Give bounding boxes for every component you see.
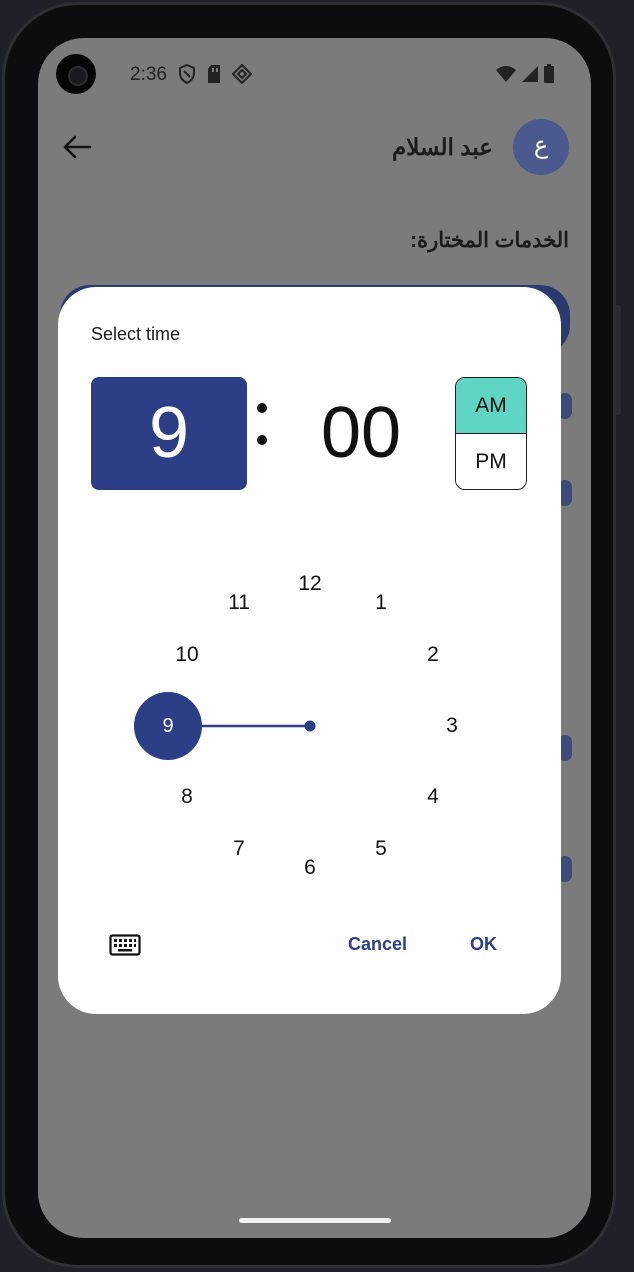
clock-number-12[interactable]: 12 [290, 571, 330, 597]
period-selector: AM PM [455, 377, 527, 490]
home-indicator[interactable] [239, 1218, 391, 1223]
keyboard-icon[interactable] [109, 934, 141, 956]
clock-center-dot [304, 720, 316, 732]
selected-services-label: الخدمات المختارة: [410, 229, 569, 252]
status-right-icons [495, 64, 555, 84]
side-button [616, 305, 621, 415]
clock-number-8[interactable]: 8 [167, 784, 207, 810]
shield-icon [179, 64, 195, 84]
status-time: 2:36 [130, 64, 167, 85]
clock-number-10[interactable]: 10 [167, 642, 207, 668]
clock-number-2[interactable]: 2 [413, 642, 453, 668]
dialog-title: Select time [91, 324, 181, 344]
ok-button[interactable]: OK [470, 934, 497, 955]
status-left-icons [178, 64, 252, 84]
clock-number-11[interactable]: 11 [219, 590, 259, 616]
battery-icon [544, 64, 554, 83]
cancel-button[interactable]: Cancel [348, 934, 407, 955]
clock-number-4[interactable]: 4 [413, 784, 453, 810]
diamond-icon [232, 64, 252, 84]
hour-field[interactable]: 9 [91, 377, 247, 490]
camera-cutout [56, 54, 96, 94]
user-name: عبد السلام [391, 134, 493, 160]
clock-number-7[interactable]: 7 [219, 836, 259, 862]
minute-field[interactable]: 00 [291, 377, 431, 490]
clock-number-6[interactable]: 6 [290, 855, 330, 881]
am-toggle[interactable]: AM [456, 378, 526, 434]
time-picker-dialog: Select time 9 00 AM PM 12 1 2 3 4 5 6 7 8 9 10 11 C… [58, 287, 561, 1014]
clock-number-1[interactable]: 1 [361, 590, 401, 616]
clock-number-5[interactable]: 5 [361, 836, 401, 862]
time-separator [253, 383, 273, 463]
wifi-icon [496, 66, 516, 82]
avatar: ع [513, 119, 569, 175]
arrow-left-icon[interactable] [62, 134, 92, 160]
signal-icon [522, 66, 538, 82]
clock-number-9[interactable]: 9 [148, 713, 188, 739]
clock-number-3[interactable]: 3 [432, 713, 472, 739]
clock-dial[interactable]: 12 1 2 3 4 5 6 7 8 9 10 11 [130, 567, 490, 887]
sd-card-icon [208, 65, 220, 83]
pm-toggle[interactable]: PM [456, 433, 526, 489]
